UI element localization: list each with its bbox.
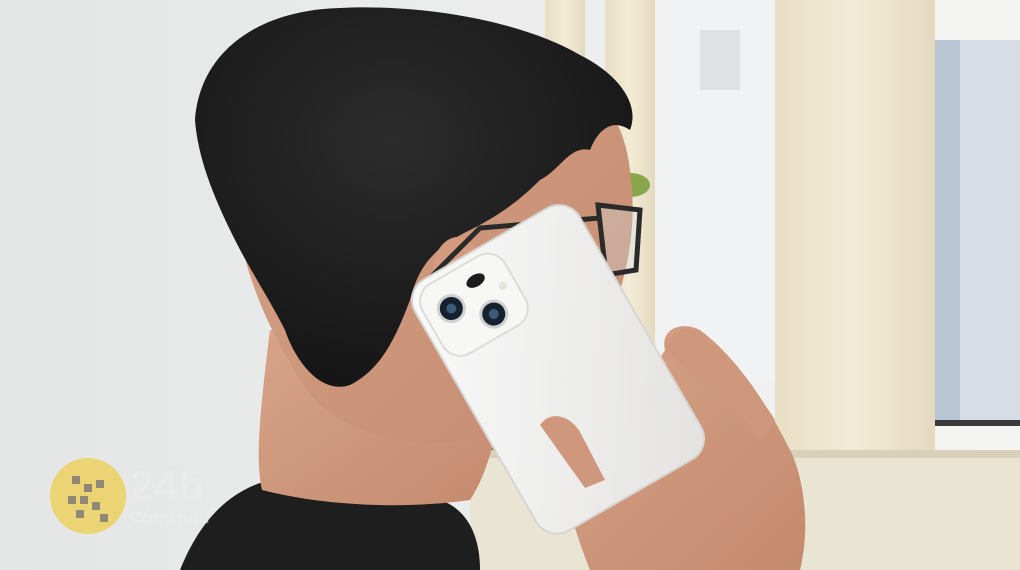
brand-badge bbox=[50, 458, 126, 534]
pillar-right bbox=[775, 0, 935, 470]
brand-text: Công ngh bbox=[130, 508, 210, 527]
brand-number: 24h bbox=[130, 462, 206, 509]
runner-icon bbox=[68, 476, 108, 522]
photo-scene: 24h Công ngh bbox=[0, 0, 1020, 570]
watermark-logo: 24h Công ngh bbox=[50, 458, 240, 536]
